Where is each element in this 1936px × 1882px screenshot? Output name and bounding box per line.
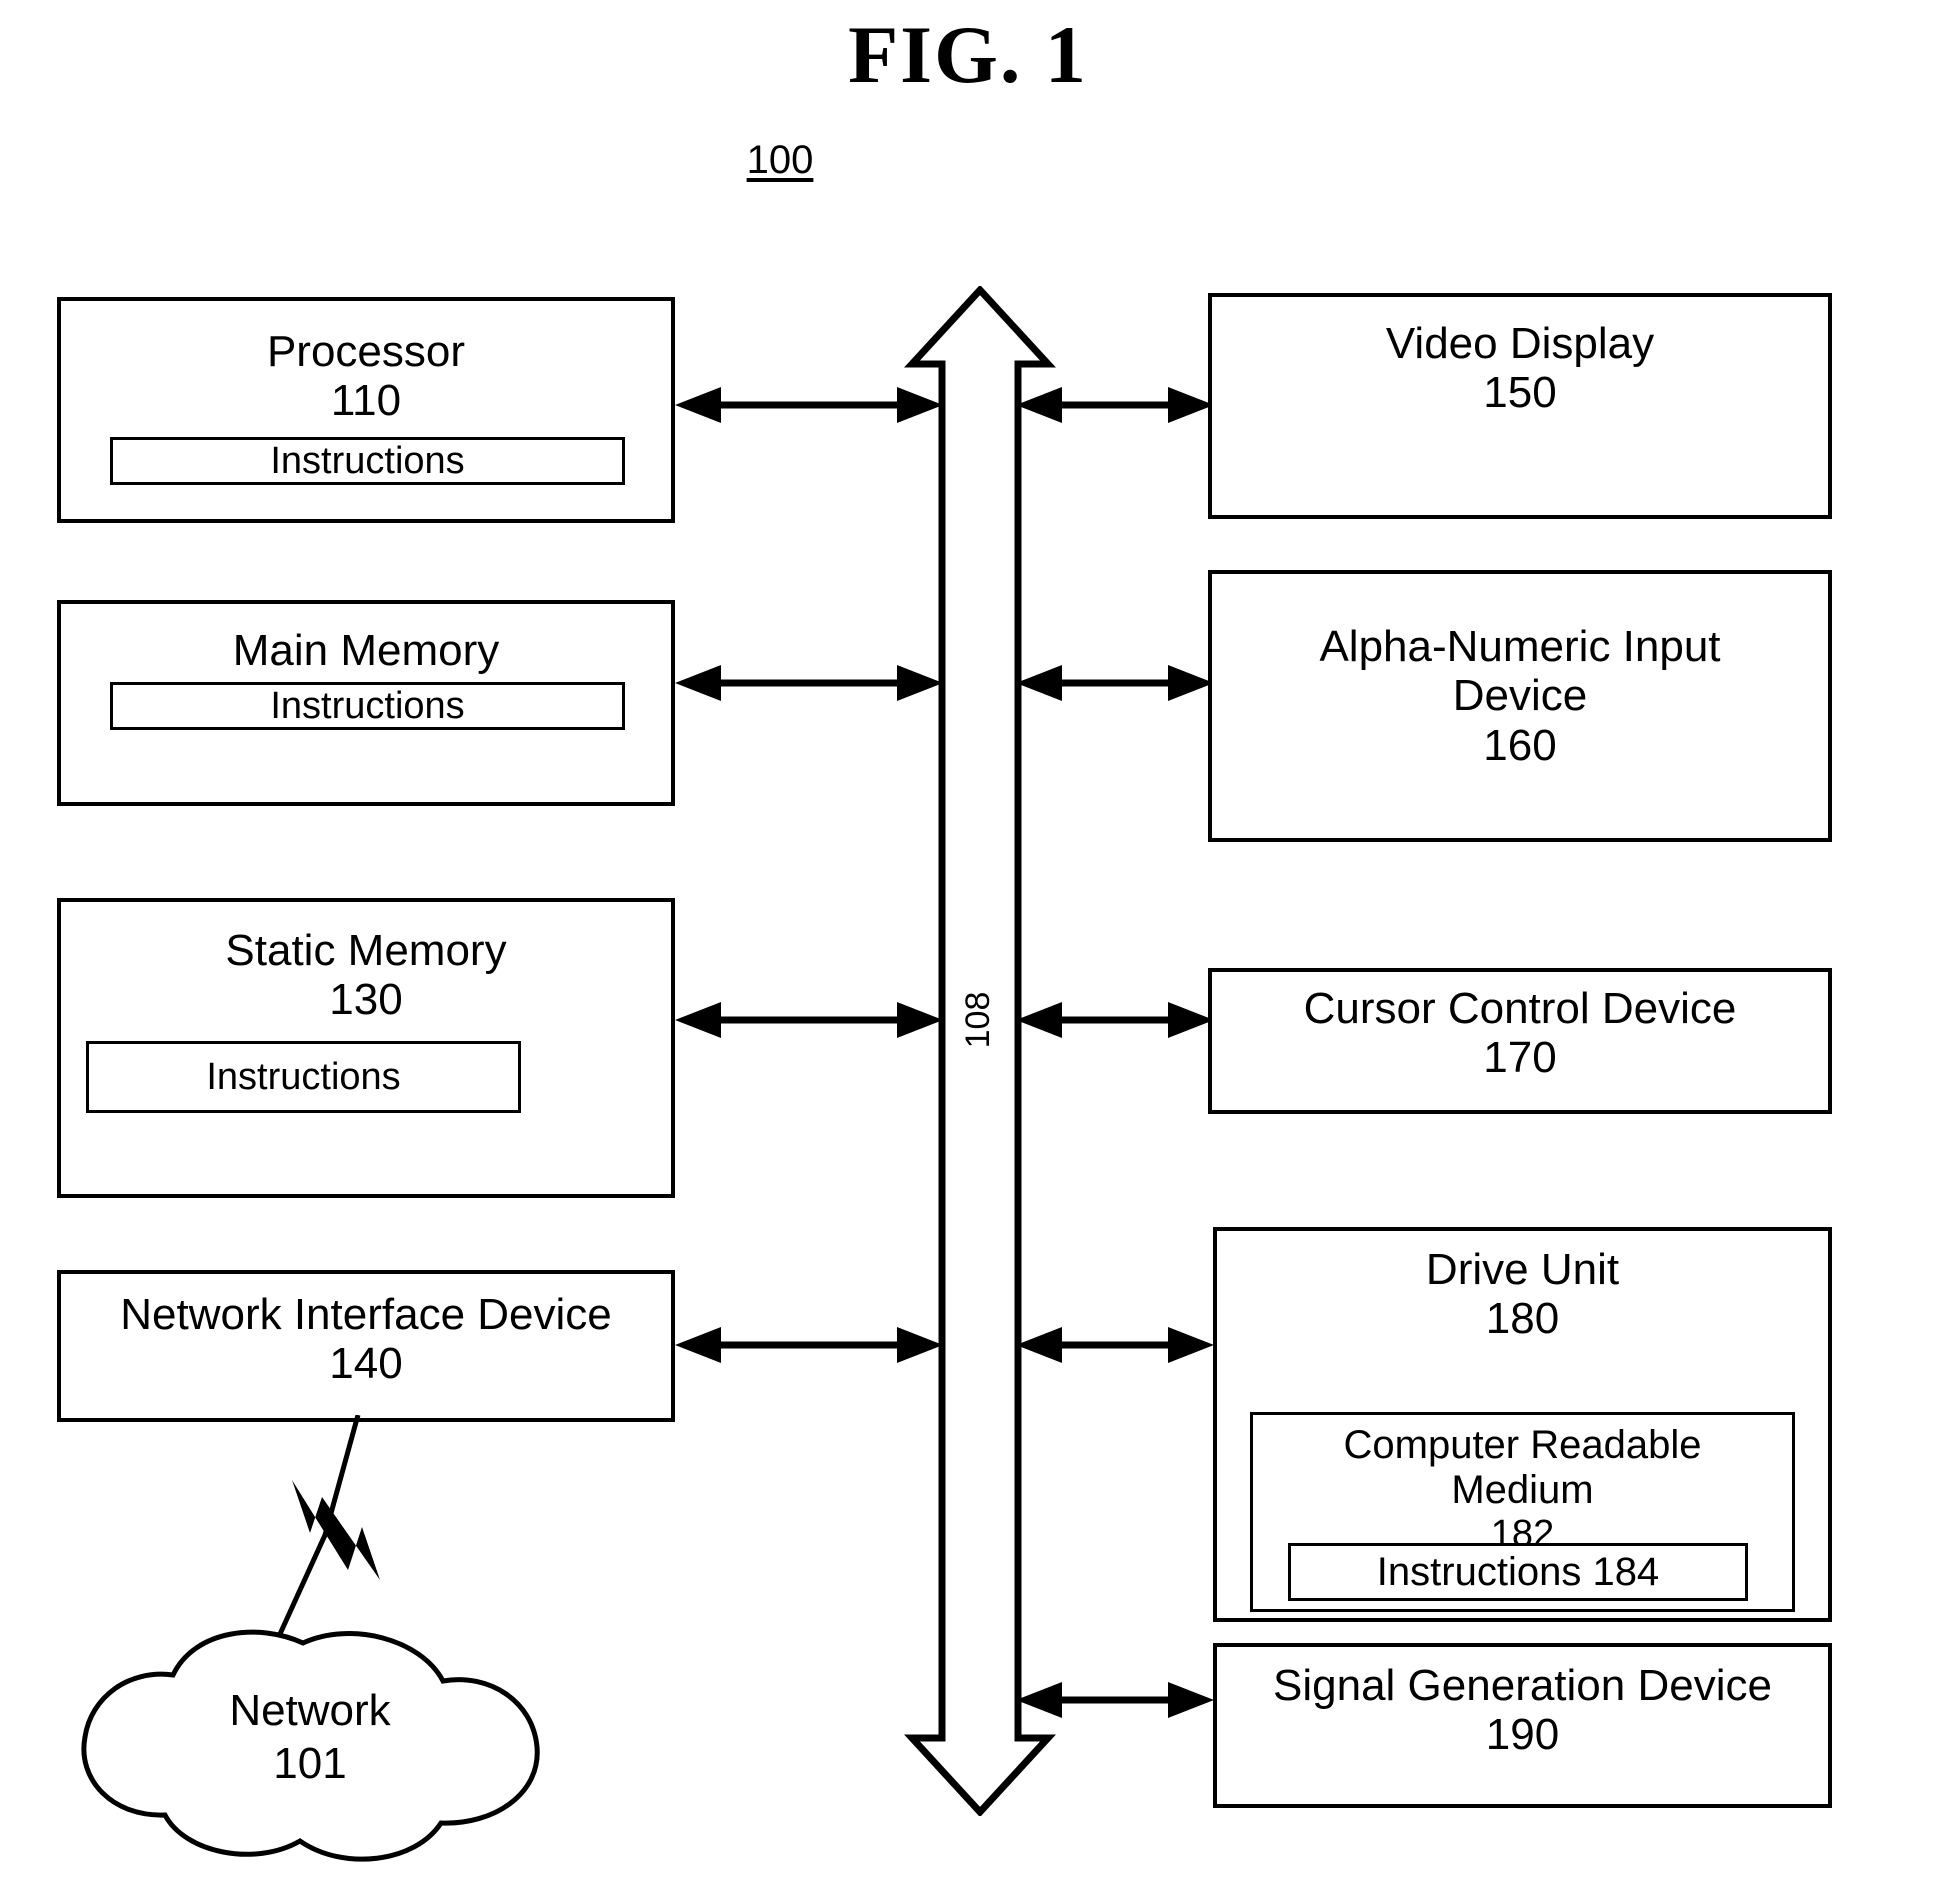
block-video-display: Video Display 150 — [1208, 293, 1832, 519]
block-processor-instructions: Instructions — [110, 437, 625, 485]
block-alpha-numeric-input-device-number: 160 — [1483, 720, 1557, 770]
network-number: 101 — [273, 1738, 347, 1788]
block-drive-unit-title: Drive Unit — [1425, 1245, 1620, 1294]
block-computer-readable-medium-title-line1: Computer Readable — [1343, 1423, 1702, 1467]
connector-static-memory-bus — [675, 1000, 943, 1040]
block-static-memory-instructions-label: Instructions — [206, 1055, 401, 1098]
block-alpha-numeric-input-device: Alpha-Numeric Input Device 160 — [1208, 570, 1832, 842]
block-instructions-184-label: Instructions 184 — [1376, 1549, 1660, 1594]
block-network-interface-device: Network Interface Device 140 — [57, 1270, 675, 1422]
block-processor-title: Processor — [266, 327, 466, 376]
block-processor-number: 110 — [330, 376, 402, 426]
block-cursor-control-device-title: Cursor Control Device — [1303, 984, 1737, 1033]
block-computer-readable-medium-title-line2: Medium — [1451, 1467, 1594, 1512]
network-title: Network — [229, 1686, 391, 1735]
block-main-memory-title: Main Memory — [232, 626, 500, 675]
block-video-display-title: Video Display — [1385, 319, 1655, 368]
connector-bus-video-display — [1016, 385, 1214, 425]
block-static-memory-title: Static Memory — [225, 926, 507, 975]
block-cursor-control-device-number: 170 — [1483, 1033, 1557, 1083]
block-alpha-numeric-input-device-title-line2: Device — [1452, 671, 1588, 721]
connector-bus-signal-generation — [1016, 1680, 1214, 1720]
block-signal-generation-device: Signal Generation Device 190 — [1213, 1643, 1832, 1808]
network-label-group: Network 101 — [55, 1685, 565, 1791]
block-static-memory-instructions: Instructions — [86, 1041, 521, 1113]
block-video-display-number: 150 — [1483, 368, 1557, 418]
block-instructions-184: Instructions 184 — [1288, 1543, 1748, 1601]
block-static-memory-number: 130 — [329, 975, 403, 1025]
block-network-interface-device-number: 140 — [329, 1339, 403, 1389]
connector-bus-alpha-numeric-input — [1016, 663, 1214, 703]
block-cursor-control-device: Cursor Control Device 170 — [1208, 968, 1832, 1114]
connector-network-interface-bus — [675, 1325, 943, 1365]
block-main-memory-instructions-label: Instructions — [270, 684, 465, 727]
block-signal-generation-device-title: Signal Generation Device — [1273, 1661, 1772, 1710]
block-alpha-numeric-input-device-title-line1: Alpha-Numeric Input — [1319, 622, 1721, 671]
block-drive-unit-number: 180 — [1485, 1294, 1560, 1344]
connector-bus-drive-unit — [1016, 1325, 1214, 1365]
connector-bus-cursor-control — [1016, 1000, 1214, 1040]
block-signal-generation-device-number: 190 — [1485, 1710, 1560, 1760]
system-reference-numeral: 100 — [746, 138, 814, 182]
block-processor-instructions-label: Instructions — [270, 439, 465, 482]
block-main-memory-instructions: Instructions — [110, 682, 625, 730]
connector-processor-bus — [675, 385, 943, 425]
figure-title: FIG. 1 — [848, 9, 1088, 100]
connector-main-memory-bus — [675, 663, 943, 703]
patent-figure-page: FIG. 1 100 Processor 110 Instructions Ma… — [0, 0, 1936, 1882]
block-network-interface-device-title: Network Interface Device — [120, 1290, 612, 1339]
block-processor: Processor 110 — [57, 297, 675, 523]
